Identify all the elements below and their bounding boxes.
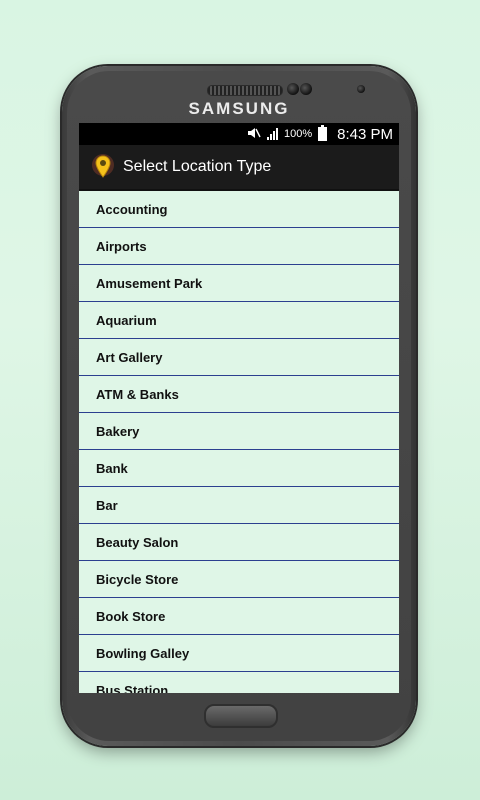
list-item-label: Bar [96, 497, 118, 513]
action-bar: Select Location Type [79, 145, 399, 191]
page-title: Select Location Type [123, 158, 272, 175]
list-item-label: Beauty Salon [96, 534, 179, 550]
phone-screen: 100% 8:43 PM Select Location Type Accoun… [79, 123, 399, 693]
light-sensor-icon [357, 85, 365, 93]
list-item-atm-banks[interactable]: ATM & Banks [79, 376, 399, 413]
list-item-label: Airports [96, 238, 147, 254]
device-brand: SAMSUNG [188, 99, 290, 118]
list-item-label: Accounting [96, 201, 168, 217]
list-item-art-gallery[interactable]: Art Gallery [79, 339, 399, 376]
list-item-label: Art Gallery [96, 349, 163, 365]
list-item-bakery[interactable]: Bakery [79, 413, 399, 450]
location-pin-icon[interactable] [91, 153, 115, 181]
location-type-list[interactable]: Accounting Airports Amusement Park Aquar… [79, 191, 399, 693]
proximity-sensor-icon [300, 83, 312, 95]
clock: 8:43 PM [337, 125, 393, 143]
list-item-bus-station[interactable]: Bus Station [79, 672, 399, 694]
list-item-label: Amusement Park [96, 275, 203, 291]
list-item-amusement-park[interactable]: Amusement Park [79, 265, 399, 302]
list-item-beauty-salon[interactable]: Beauty Salon [79, 524, 399, 561]
list-item-accounting[interactable]: Accounting [79, 191, 399, 228]
list-item-bowling-galley[interactable]: Bowling Galley [79, 635, 399, 672]
earpiece-speaker [207, 85, 283, 96]
list-item-book-store[interactable]: Book Store [79, 598, 399, 635]
home-button[interactable] [204, 704, 278, 728]
list-item-aquarium[interactable]: Aquarium [79, 302, 399, 339]
list-item-bicycle-store[interactable]: Bicycle Store [79, 561, 399, 598]
list-item-label: Aquarium [96, 312, 157, 328]
mute-icon [247, 127, 261, 142]
signal-icon [266, 128, 278, 140]
list-item-bank[interactable]: Bank [79, 450, 399, 487]
status-bar: 100% 8:43 PM [79, 123, 399, 145]
list-item-airports[interactable]: Airports [79, 228, 399, 265]
list-item-label: Book Store [96, 608, 166, 624]
list-item-bar[interactable]: Bar [79, 487, 399, 524]
front-camera-icon [287, 83, 299, 95]
list-item-label: Bicycle Store [96, 571, 179, 587]
list-item-label: Bakery [96, 423, 140, 439]
list-item-label: Bus Station [96, 682, 169, 694]
list-item-label: Bowling Galley [96, 645, 190, 661]
battery-icon [318, 125, 328, 141]
list-item-label: ATM & Banks [96, 386, 179, 402]
battery-percent: 100% [283, 128, 313, 140]
list-item-label: Bank [96, 460, 128, 476]
